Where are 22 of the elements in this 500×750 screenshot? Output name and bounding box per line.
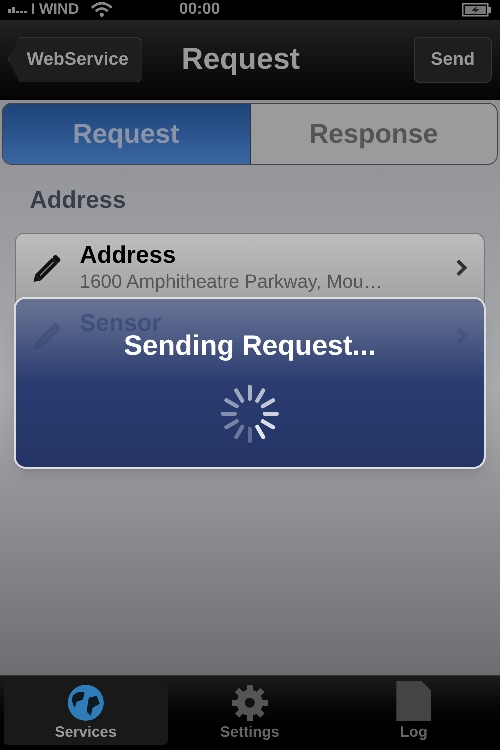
status-time: 00:00 [179,0,220,20]
carrier-name: I WIND [31,0,80,20]
navigation-title: Request [182,42,300,78]
section-header: Address [30,186,128,216]
signal-icon [8,7,27,13]
battery-icon [462,3,492,17]
segment-tab[interactable]: Request [3,104,250,164]
dialog-message: Sending Request... [124,330,376,363]
table-row[interactable]: Address 1600 Amphitheatre Parkway, Mou… [16,234,484,302]
send-button[interactable]: Send [414,36,492,82]
gear-icon [231,684,269,722]
wifi-icon [91,2,114,18]
segment-tab[interactable]: Response [250,104,497,164]
tab-bar-item[interactable]: Settings [168,681,332,745]
chevron-icon [456,258,468,276]
loading-spinner-icon [219,383,281,445]
row-value: 1600 Amphitheatre Parkway, Mou… [80,270,384,294]
back-button[interactable]: WebService [8,36,142,82]
tab-bar-item[interactable]: Log [332,681,496,745]
row-title: Address [80,240,178,270]
globe-icon [67,684,105,722]
document-icon [394,681,434,722]
